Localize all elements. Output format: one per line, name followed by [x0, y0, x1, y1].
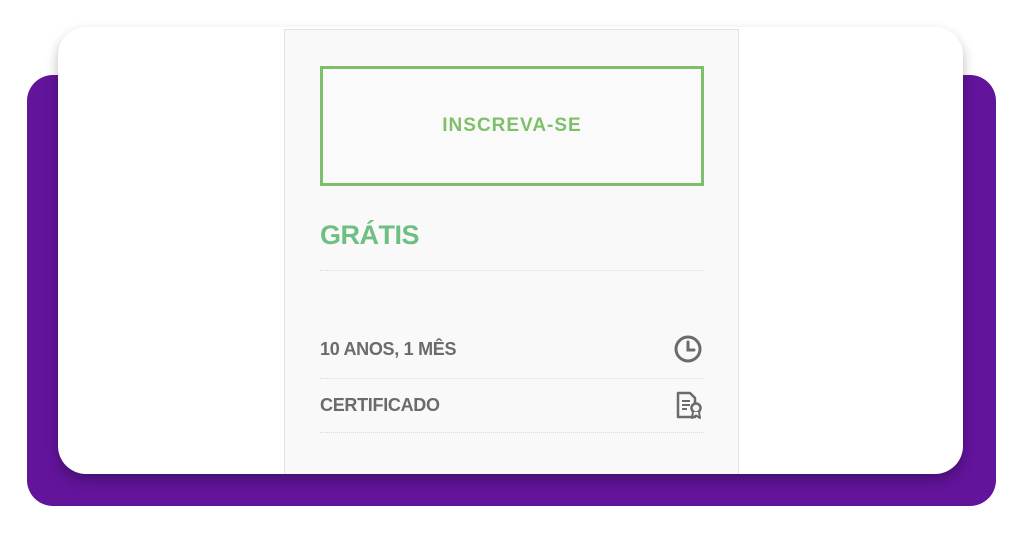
enroll-button[interactable]: INSCREVA-SE	[320, 66, 704, 186]
certificate-row: CERTIFICADO	[320, 390, 704, 420]
duration-label: 10 ANOS, 1 MÊS	[320, 338, 457, 359]
stage: INSCREVA-SE GRÁTIS 10 ANOS, 1 MÊS CERTIF…	[0, 0, 1024, 536]
clock-icon	[672, 334, 704, 364]
price-label: GRÁTIS	[320, 220, 420, 250]
divider	[320, 270, 704, 271]
certificate-label: CERTIFICADO	[320, 394, 440, 415]
divider	[320, 432, 704, 433]
screenshot-card: INSCREVA-SE GRÁTIS 10 ANOS, 1 MÊS CERTIF…	[58, 27, 963, 474]
duration-row: 10 ANOS, 1 MÊS	[320, 334, 704, 364]
divider	[320, 378, 704, 379]
course-sidebar-panel: INSCREVA-SE GRÁTIS 10 ANOS, 1 MÊS CERTIF…	[284, 29, 739, 474]
certificate-icon	[672, 390, 704, 420]
